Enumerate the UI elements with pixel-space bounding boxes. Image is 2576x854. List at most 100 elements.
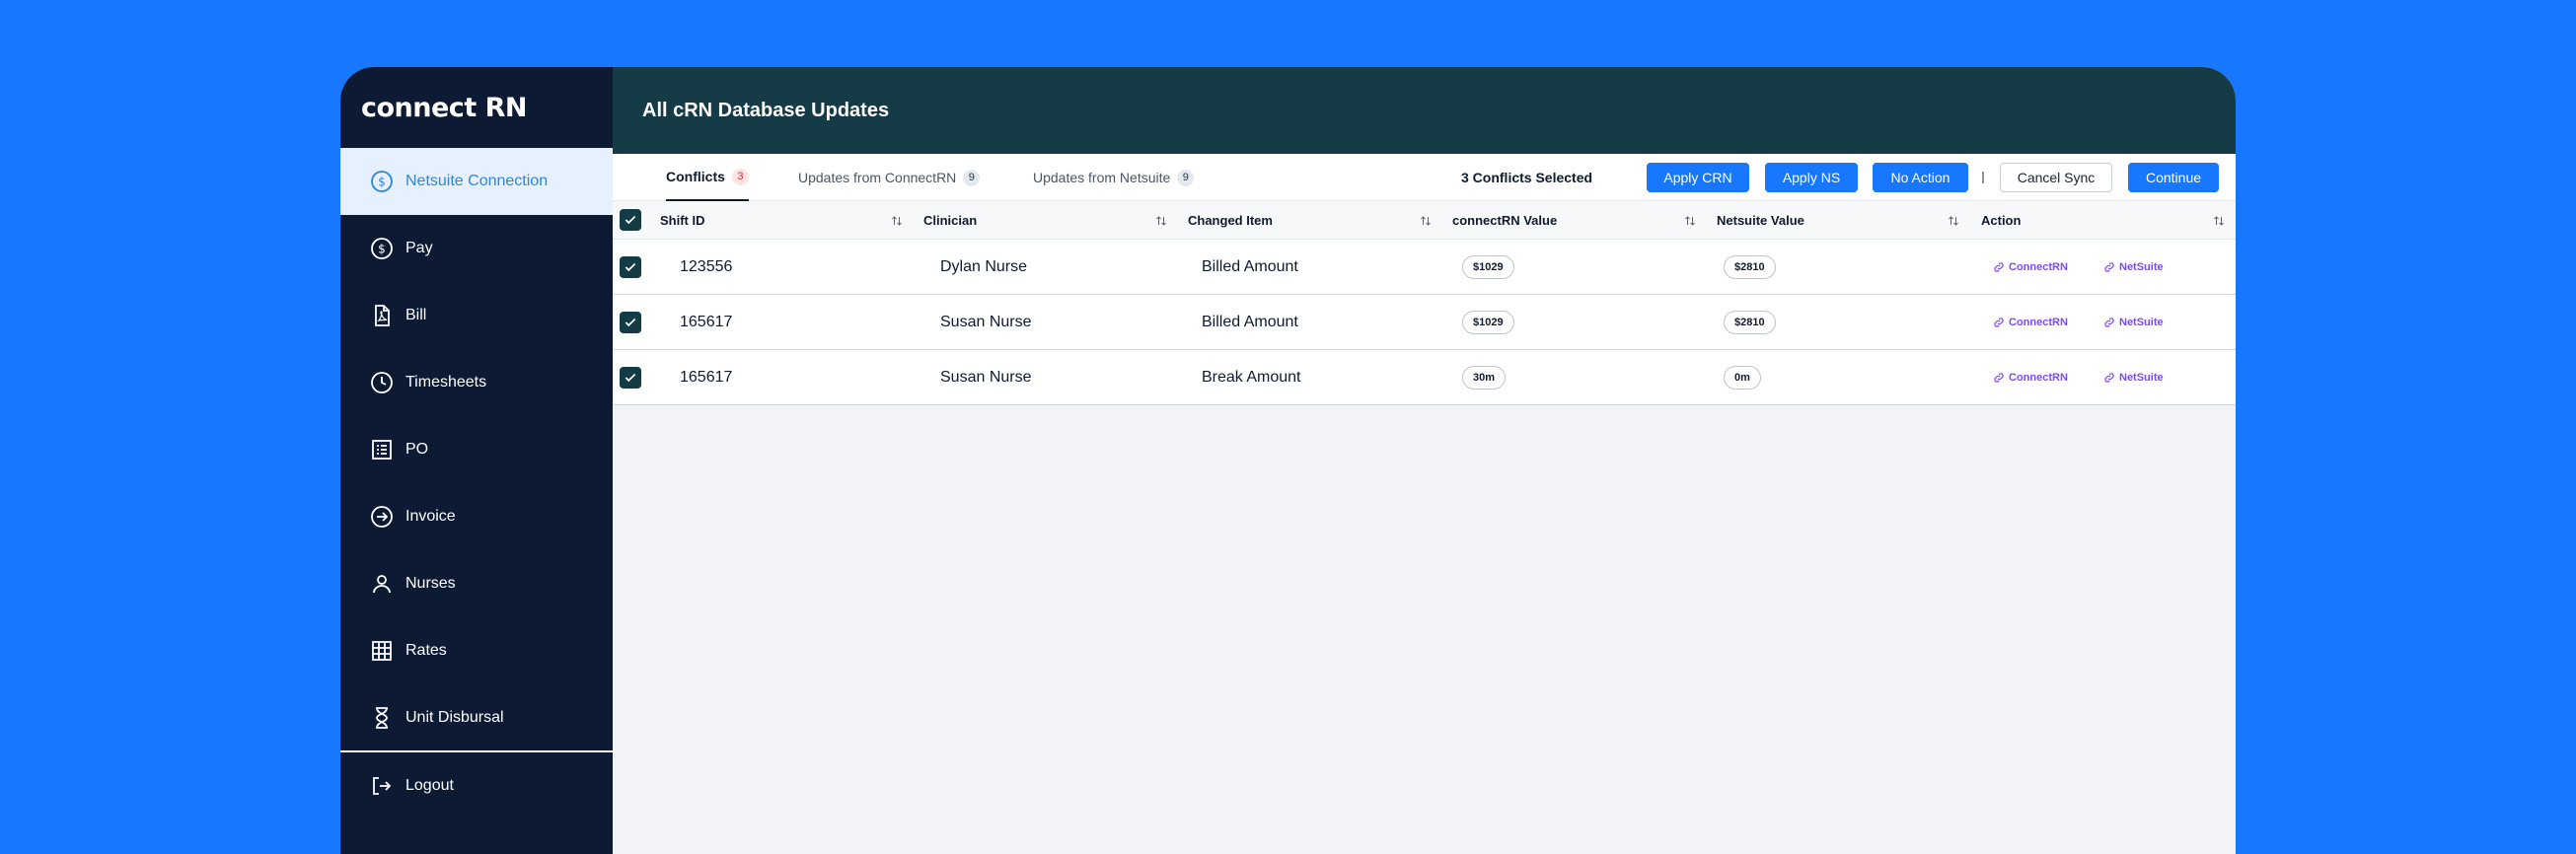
continue-button[interactable]: Continue (2128, 163, 2219, 192)
sidebar-item-label: Rates (405, 642, 447, 659)
shift-id-cell: 123556 (680, 258, 733, 275)
page-title: All cRN Database Updates (642, 99, 890, 121)
sidebar-item-invoice[interactable]: Invoice (340, 483, 613, 550)
changed-item-cell: Break Amount (1202, 369, 1301, 386)
apply-ns-button[interactable]: Apply NS (1765, 163, 1858, 192)
use-netsuite-link[interactable]: NetSuite (2103, 295, 2164, 350)
arrow-circle-icon (370, 505, 394, 529)
link-icon (1994, 262, 2004, 272)
column-header-changed-item[interactable]: Changed Item (1188, 201, 1273, 240)
apply-crn-button[interactable]: Apply CRN (1647, 163, 1749, 192)
tab-updates-from-connectrn[interactable]: Updates from ConnectRN 9 (798, 154, 981, 201)
changed-item-cell: Billed Amount (1202, 258, 1298, 275)
link-icon (1994, 373, 2004, 383)
sort-icon[interactable] (1684, 201, 1696, 240)
clock-icon (370, 371, 394, 394)
logout-label: Logout (405, 777, 454, 794)
row-checkbox[interactable] (620, 256, 641, 278)
use-connectrn-link[interactable]: ConnectRN (1993, 240, 2068, 295)
selected-count-label: 3 Conflicts Selected (1461, 170, 1593, 185)
shift-id-cell: 165617 (680, 314, 733, 330)
action-link-label: ConnectRN (2009, 372, 2068, 384)
tab-updates-from-netsuite[interactable]: Updates from Netsuite 9 (1033, 154, 1195, 201)
column-header-action[interactable]: Action (1981, 201, 2021, 240)
svg-text:$: $ (378, 176, 386, 189)
action-link-label: ConnectRN (2009, 261, 2068, 273)
sort-icon[interactable] (891, 201, 903, 240)
sidebar-item-netsuite-connection[interactable]: $ Netsuite Connection (340, 148, 613, 215)
tab-label: Updates from ConnectRN (798, 170, 957, 185)
column-header-netsuite-value[interactable]: Netsuite Value (1717, 201, 1804, 240)
sidebar-item-unit-disbursal[interactable]: Unit Disbursal (340, 684, 613, 751)
connectrn-updates-count-badge: 9 (963, 169, 981, 186)
table-row: 165617 Susan Nurse Break Amount 30m 0m C… (613, 350, 2236, 405)
cancel-sync-button[interactable]: Cancel Sync (2000, 163, 2112, 192)
use-netsuite-link[interactable]: NetSuite (2103, 240, 2164, 295)
table-row: 165617 Susan Nurse Billed Amount $1029 $… (613, 295, 2236, 350)
sort-icon[interactable] (1155, 201, 1167, 240)
clinician-cell: Susan Nurse (940, 369, 1032, 386)
sidebar-item-label: Unit Disbursal (405, 709, 504, 726)
sidebar-item-label: PO (405, 441, 429, 458)
link-icon (2104, 373, 2114, 383)
sidebar-item-nurses[interactable]: Nurses (340, 550, 613, 617)
action-link-label: ConnectRN (2009, 317, 2068, 328)
sidebar-item-bill[interactable]: Bill (340, 282, 613, 349)
sidebar-item-po[interactable]: PO (340, 416, 613, 483)
dollar-circle-icon: $ (370, 170, 394, 193)
action-link-label: NetSuite (2119, 261, 2164, 273)
toolbar: Conflicts 3 Updates from ConnectRN 9 Upd… (613, 154, 2236, 201)
link-icon (2104, 262, 2114, 272)
conflicts-table: Shift ID Clinician Changed Item connectR… (613, 201, 2236, 405)
grid-icon (370, 639, 394, 663)
toolbar-separator (1982, 172, 1984, 183)
row-checkbox[interactable] (620, 312, 641, 333)
sidebar-item-label: Nurses (405, 575, 456, 592)
conflicts-count-badge: 3 (731, 168, 749, 185)
netsuite-value-pill: $2810 (1724, 311, 1776, 334)
netsuite-updates-count-badge: 9 (1177, 169, 1195, 186)
sidebar-item-label: Netsuite Connection (405, 173, 549, 189)
select-all-checkbox[interactable] (620, 209, 641, 231)
action-link-label: NetSuite (2119, 317, 2164, 328)
tab-label: Conflicts (666, 169, 725, 184)
svg-text:$: $ (378, 243, 386, 256)
use-connectrn-link[interactable]: ConnectRN (1993, 350, 2068, 405)
column-header-shift-id[interactable]: Shift ID (660, 201, 705, 240)
sidebar-item-timesheets[interactable]: Timesheets (340, 349, 613, 416)
connectrn-value-pill: $1029 (1462, 311, 1514, 334)
clinician-cell: Dylan Nurse (940, 258, 1028, 275)
sort-icon[interactable] (2213, 201, 2225, 240)
changed-item-cell: Billed Amount (1202, 314, 1298, 330)
sort-icon[interactable] (1948, 201, 1959, 240)
logout-button[interactable]: Logout (340, 752, 613, 819)
person-icon (370, 572, 394, 596)
connectrn-logo[interactable]: connect RN (361, 93, 528, 123)
table-header: Shift ID Clinician Changed Item connectR… (613, 201, 2236, 240)
sidebar-item-label: Pay (405, 240, 433, 256)
use-netsuite-link[interactable]: NetSuite (2103, 350, 2164, 405)
logout-icon (370, 774, 394, 798)
sort-icon[interactable] (1420, 201, 1432, 240)
row-checkbox[interactable] (620, 367, 641, 389)
tab-conflicts[interactable]: Conflicts 3 (666, 154, 749, 201)
shift-id-cell: 165617 (680, 369, 733, 386)
column-header-connectrn-value[interactable]: connectRN Value (1452, 201, 1557, 240)
use-connectrn-link[interactable]: ConnectRN (1993, 295, 2068, 350)
sidebar-item-pay[interactable]: $ Pay (340, 215, 613, 282)
tab-label: Updates from Netsuite (1033, 170, 1171, 185)
sidebar-item-rates[interactable]: Rates (340, 617, 613, 684)
sidebar-item-label: Invoice (405, 508, 456, 525)
list-document-icon (370, 438, 394, 462)
sidebar-nav: $ Netsuite Connection $ Pay Bill Timeshe… (340, 148, 613, 751)
column-header-clinician[interactable]: Clinician (923, 201, 977, 240)
connectrn-value-pill: 30m (1462, 366, 1507, 390)
table-row: 123556 Dylan Nurse Billed Amount $1029 $… (613, 240, 2236, 295)
hourglass-icon (370, 706, 394, 730)
dollar-circle-icon: $ (370, 237, 394, 260)
no-action-button[interactable]: No Action (1873, 163, 1968, 192)
connectrn-value-pill: $1029 (1462, 255, 1514, 279)
sidebar-item-label: Timesheets (405, 374, 487, 391)
sidebar-item-label: Bill (405, 307, 427, 323)
app-window: connect RN $ Netsuite Connection $ Pay B… (340, 67, 2236, 854)
